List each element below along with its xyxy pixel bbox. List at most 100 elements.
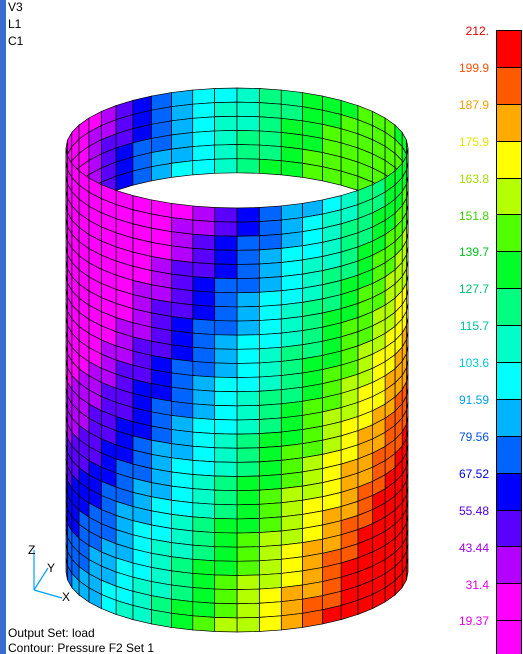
outer-wall-element: [171, 429, 194, 447]
legend-swatch: [497, 178, 521, 216]
inner-wall-element: [214, 144, 238, 160]
outer-wall-element: [192, 403, 216, 420]
outer-wall-element: [171, 245, 194, 263]
inner-wall-element: [236, 101, 260, 118]
outer-wall-element: [192, 601, 216, 618]
outer-wall-element: [280, 457, 303, 475]
axis-triad: Z Y X: [28, 543, 70, 604]
legend-swatch: [497, 584, 521, 622]
outer-wall-element: [214, 419, 238, 435]
inner-wall-element: [171, 103, 194, 122]
outer-wall-element: [236, 461, 260, 477]
legend-value-label: 212.: [465, 24, 489, 38]
outer-wall-element: [236, 602, 260, 619]
output-set-label: Output Set: load: [8, 626, 95, 640]
legend-value-label: 139.7: [458, 245, 489, 260]
outer-wall-element: [236, 447, 260, 463]
outer-wall-element: [214, 334, 238, 350]
inner-wall-element: [214, 115, 238, 132]
outer-wall-element: [192, 346, 216, 364]
outer-wall-element: [171, 528, 194, 546]
outer-wall-element: [192, 587, 216, 604]
graphics-viewport[interactable]: V3 L1 C1 Z Y X 212. 199.9 187.9 175.9 163.8 1…: [0, 0, 523, 654]
legend-value-label: 43.44: [458, 540, 489, 555]
outer-wall-element: [236, 433, 260, 449]
outer-wall-element: [171, 330, 194, 348]
outer-wall-element: [192, 530, 216, 548]
outer-wall-element: [236, 235, 260, 251]
outer-wall-element: [236, 560, 260, 576]
outer-wall-element: [280, 372, 303, 391]
outer-wall-element: [258, 516, 282, 533]
legend-value-label: 163.8: [458, 171, 489, 186]
legend-swatch: [497, 104, 521, 142]
inner-wall-element: [236, 144, 260, 160]
inner-wall-element: [258, 116, 282, 133]
outer-wall-element: [192, 304, 216, 321]
outer-wall-element: [236, 588, 260, 605]
inner-wall-element: [236, 158, 260, 174]
outer-wall-element: [236, 376, 260, 393]
cylinder-contour-model[interactable]: Z Y X: [0, 0, 523, 654]
outer-wall-element: [258, 346, 282, 364]
inner-wall-element: [192, 116, 216, 133]
inner-wall-element: [192, 102, 216, 119]
outer-wall-element: [214, 503, 238, 520]
legend-swatch: [497, 621, 521, 654]
outer-wall-element: [171, 457, 194, 475]
outer-wall-element: [192, 389, 216, 406]
outer-wall-element: [214, 376, 238, 393]
outer-wall-element: [214, 249, 238, 265]
outer-wall-element: [171, 203, 194, 221]
outer-wall-element: [236, 362, 260, 378]
outer-wall-element: [171, 259, 194, 278]
outer-wall-element: [280, 570, 303, 588]
outer-wall-element: [258, 587, 282, 604]
inner-wall-element: [192, 88, 216, 105]
legend-value-label: 55.48: [458, 503, 489, 518]
outer-wall-element: [258, 219, 282, 237]
outer-wall-element: [192, 459, 216, 477]
outer-wall-element: [214, 574, 238, 590]
outer-wall-element: [214, 404, 238, 421]
outer-wall-element: [214, 616, 238, 633]
outer-wall-element: [280, 231, 303, 249]
outer-wall-element: [302, 609, 323, 628]
outer-wall-element: [214, 291, 238, 308]
outer-wall-element: [214, 518, 238, 534]
outer-wall-element: [171, 400, 194, 419]
outer-wall-element: [258, 205, 282, 222]
outer-wall-element: [214, 588, 238, 605]
outer-wall-element: [171, 372, 194, 391]
outer-wall-element: [214, 546, 238, 562]
legend-swatch: [497, 215, 521, 253]
outer-wall-element: [280, 612, 303, 631]
outer-wall-element: [280, 330, 303, 348]
legend-swatch: [497, 141, 521, 179]
outer-wall-element: [236, 348, 260, 364]
outer-wall-element: [236, 221, 260, 237]
outer-wall-element: [171, 485, 194, 504]
inner-wall-element: [236, 130, 260, 146]
outer-wall-element: [280, 485, 303, 504]
outer-wall-element: [280, 301, 303, 320]
outer-wall-element: [214, 475, 238, 492]
outer-wall-element: [258, 247, 282, 265]
outer-wall-element: [258, 488, 282, 505]
outer-wall-element: [236, 291, 260, 308]
outer-wall-element: [258, 558, 282, 576]
outer-wall-element: [214, 560, 238, 576]
inner-wall-element: [280, 103, 303, 122]
inner-wall-element: [258, 102, 282, 119]
outer-wall-element: [171, 301, 194, 320]
outer-wall-element: [280, 443, 303, 461]
outer-wall-element: [258, 417, 282, 434]
legend-value-label: 19.37: [458, 614, 489, 629]
cylinder-mesh[interactable]: [65, 87, 409, 633]
outer-wall-element: [171, 513, 194, 532]
outer-wall-element: [258, 573, 282, 590]
outer-wall-element: [214, 362, 238, 378]
legend-swatch: [497, 436, 521, 474]
legend-value-label: 79.56: [458, 429, 489, 444]
outer-wall-element: [192, 615, 216, 632]
